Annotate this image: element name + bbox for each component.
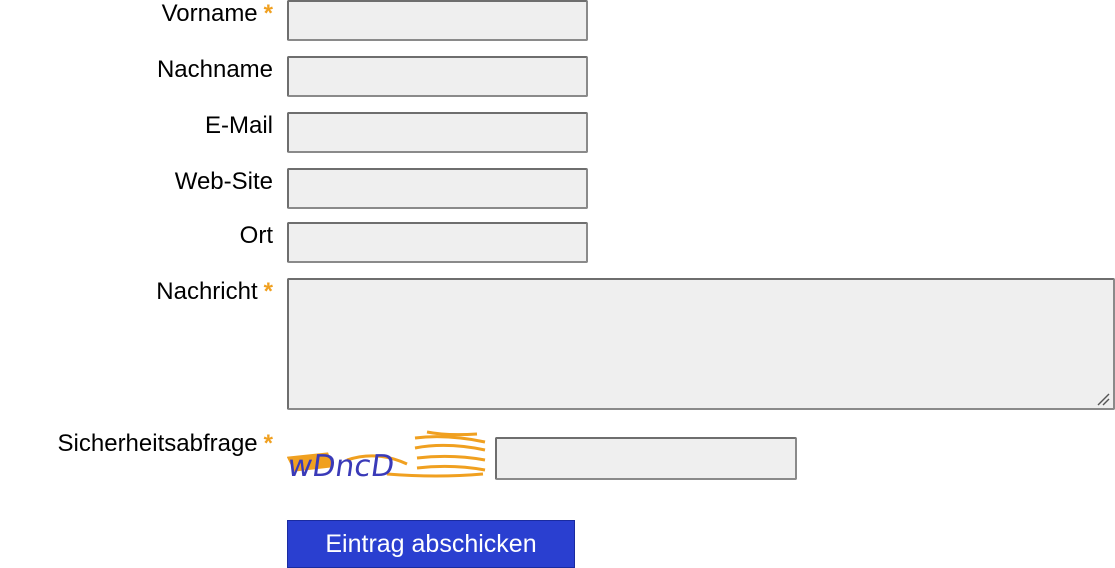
sicherheitsabfrage-label: Sicherheitsabfrage * xyxy=(58,430,273,458)
guestbook-form: Vorname * Nachname E-Mail Web-Site Ort Na… xyxy=(0,0,1115,568)
sicherheitsabfrage-label-text: Sicherheitsabfrage xyxy=(57,430,258,457)
required-mark: * xyxy=(263,278,273,305)
vorname-label-text: Vorname xyxy=(161,0,258,27)
email-label: E-Mail xyxy=(204,112,273,139)
nachricht-label: Nachricht * xyxy=(156,278,273,306)
resize-grip-icon[interactable] xyxy=(1096,392,1110,406)
captcha-input[interactable] xyxy=(495,437,797,480)
nachricht-textarea[interactable] xyxy=(287,278,1115,410)
submit-button[interactable]: Eintrag abschicken xyxy=(287,520,575,568)
ort-label: Ort xyxy=(239,222,273,249)
required-mark: * xyxy=(263,0,273,27)
nachname-label: Nachname xyxy=(156,56,273,83)
required-mark: * xyxy=(263,430,273,457)
website-input[interactable] xyxy=(287,168,588,209)
captcha-image: wDncD xyxy=(287,430,486,480)
email-input[interactable] xyxy=(287,112,588,153)
website-label: Web-Site xyxy=(174,168,273,195)
nachricht-label-text: Nachricht xyxy=(156,278,258,305)
captcha-text: wDncD xyxy=(287,449,396,480)
vorname-label: Vorname * xyxy=(162,0,273,28)
ort-input[interactable] xyxy=(287,222,588,263)
nachname-input[interactable] xyxy=(287,56,588,97)
vorname-input[interactable] xyxy=(287,0,588,41)
